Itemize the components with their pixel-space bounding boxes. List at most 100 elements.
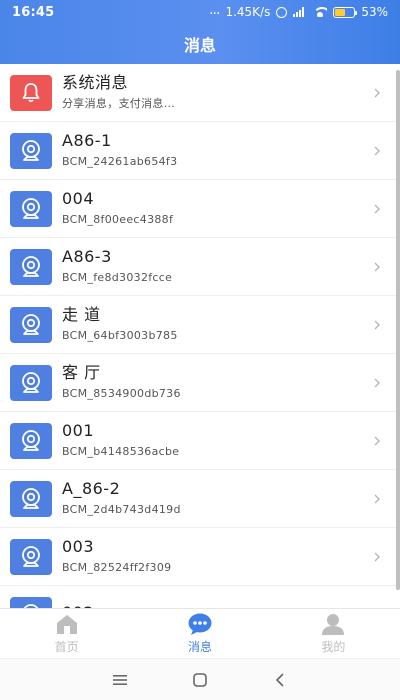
chevron-right-icon — [374, 378, 380, 387]
signal-icon — [293, 7, 307, 17]
message-text: A_86-2 BCM_2d4b743d419d — [62, 479, 372, 518]
back-icon — [275, 672, 284, 687]
bell-icon — [22, 82, 40, 102]
camera-icon — [22, 487, 40, 509]
camera-icon — [22, 197, 40, 219]
tab-icon-wrap — [320, 612, 346, 636]
back-nav-button[interactable] — [267, 667, 293, 693]
wifi-icon — [313, 7, 328, 17]
message-subtitle: BCM_8f00eec4388f — [62, 213, 174, 226]
message-item[interactable]: 002 — [0, 586, 400, 608]
message-avatar — [10, 132, 52, 169]
tab-label: 我的 — [321, 640, 346, 654]
message-title: 系统消息 — [62, 73, 129, 92]
home-nav-button[interactable] — [187, 667, 213, 693]
home-icon — [56, 615, 77, 634]
message-item[interactable]: 系统消息分享消息，支付消息... — [0, 64, 400, 122]
message-item[interactable]: 004 BCM_8f00eec4388f — [0, 180, 400, 238]
battery-icon — [333, 6, 358, 18]
message-avatar — [10, 306, 52, 343]
top-bar: 16:45 ... 1.45K/s 53% 消息 — [0, 0, 400, 64]
message-title: A_86-2 — [62, 479, 121, 498]
message-subtitle: BCM_8534900db736 — [62, 387, 181, 400]
page-title: 消息 — [183, 36, 216, 55]
status-bar: 16:45 ... 1.45K/s 53% — [0, 0, 400, 24]
camera-icon — [22, 429, 40, 451]
message-title: 003 — [62, 537, 95, 556]
tab-label: 首页 — [54, 640, 79, 654]
tab-icon-wrap — [187, 612, 213, 636]
message-title: 客 厅 — [62, 363, 101, 382]
message-item[interactable]: A86-1 BCM_24261ab654f3 — [0, 122, 400, 180]
camera-icon — [22, 545, 40, 567]
chevron-right-icon — [374, 262, 380, 271]
tab-home[interactable]: 首页 — [0, 609, 133, 658]
tab-label: 消息 — [187, 640, 212, 654]
chat-icon — [188, 613, 212, 635]
chevron-right-icon — [374, 436, 380, 445]
message-list[interactable]: 系统消息分享消息，支付消息... A86-1 BCM_24261ab654f3 004… — [0, 64, 400, 608]
chevron-right-icon — [374, 204, 380, 213]
message-avatar — [10, 480, 52, 517]
chevron-right-icon — [374, 494, 380, 503]
message-text: 系统消息分享消息，支付消息... — [62, 73, 372, 112]
message-text: 001 BCM_b4148536acbe — [62, 421, 372, 460]
message-text: A86-3 BCM_fe8d3032fcce — [62, 247, 372, 286]
chevron-right-icon — [374, 320, 380, 329]
chevron-right-icon — [374, 88, 380, 97]
profile-icon — [322, 614, 345, 635]
camera-icon — [22, 313, 40, 335]
message-subtitle: BCM_b4148536acbe — [62, 445, 180, 458]
message-subtitle: BCM_64bf3003b785 — [62, 329, 178, 342]
message-avatar — [10, 190, 52, 227]
camera-icon — [22, 371, 40, 393]
message-avatar — [10, 74, 52, 111]
message-text: 走 道 BCM_64bf3003b785 — [62, 305, 372, 344]
message-text: 003 BCM_82524ff2f309 — [62, 537, 372, 576]
message-title: 004 — [62, 189, 95, 208]
bottom-tab-bar: 首页 消息 我的 — [0, 608, 400, 658]
message-item[interactable]: A86-3 BCM_fe8d3032fcce — [0, 238, 400, 296]
chevron-right-icon — [374, 146, 380, 155]
status-indicators: ... 1.45K/s 53% — [209, 2, 388, 20]
camera-icon — [22, 255, 40, 277]
tab-icon-wrap — [54, 612, 80, 636]
tab-profile[interactable]: 我的 — [267, 609, 400, 658]
menu-icon — [113, 674, 127, 685]
message-avatar — [10, 596, 52, 608]
battery-percent: 53% — [361, 5, 388, 19]
message-text: A86-1 BCM_24261ab654f3 — [62, 131, 372, 170]
message-title: 走 道 — [62, 305, 101, 324]
message-subtitle: BCM_fe8d3032fcce — [62, 271, 173, 284]
message-item[interactable]: 走 道 BCM_64bf3003b785 — [0, 296, 400, 354]
menu-nav-button[interactable] — [107, 667, 133, 693]
status-time: 16:45 — [12, 4, 55, 20]
message-avatar — [10, 364, 52, 401]
message-title: A86-3 — [62, 247, 112, 266]
scrollbar-thumb[interactable] — [396, 70, 400, 590]
chevron-right-icon — [374, 552, 380, 561]
message-title: A86-1 — [62, 131, 112, 150]
message-text: 004 BCM_8f00eec4388f — [62, 189, 372, 228]
message-subtitle: BCM_82524ff2f309 — [62, 561, 172, 574]
message-avatar — [10, 422, 52, 459]
message-avatar — [10, 248, 52, 285]
status-dots: ... — [209, 2, 220, 18]
camera-icon — [22, 139, 40, 161]
message-subtitle: BCM_24261ab654f3 — [62, 155, 178, 168]
network-speed: 1.45K/s — [225, 5, 271, 19]
system-nav-bar — [0, 658, 400, 700]
tab-messages[interactable]: 消息 — [133, 609, 266, 658]
scrollbar[interactable] — [396, 70, 400, 610]
message-subtitle: 分享消息，支付消息... — [62, 97, 176, 110]
message-item[interactable]: 003 BCM_82524ff2f309 — [0, 528, 400, 586]
message-avatar — [10, 538, 52, 575]
message-subtitle: BCM_2d4b743d419d — [62, 503, 181, 516]
message-item[interactable]: 001 BCM_b4148536acbe — [0, 412, 400, 470]
message-text: 客 厅 BCM_8534900db736 — [62, 363, 372, 402]
message-title: 001 — [62, 421, 95, 440]
message-item[interactable]: A_86-2 BCM_2d4b743d419d — [0, 470, 400, 528]
alarm-icon — [276, 6, 288, 18]
square-icon — [193, 672, 207, 687]
message-item[interactable]: 客 厅 BCM_8534900db736 — [0, 354, 400, 412]
